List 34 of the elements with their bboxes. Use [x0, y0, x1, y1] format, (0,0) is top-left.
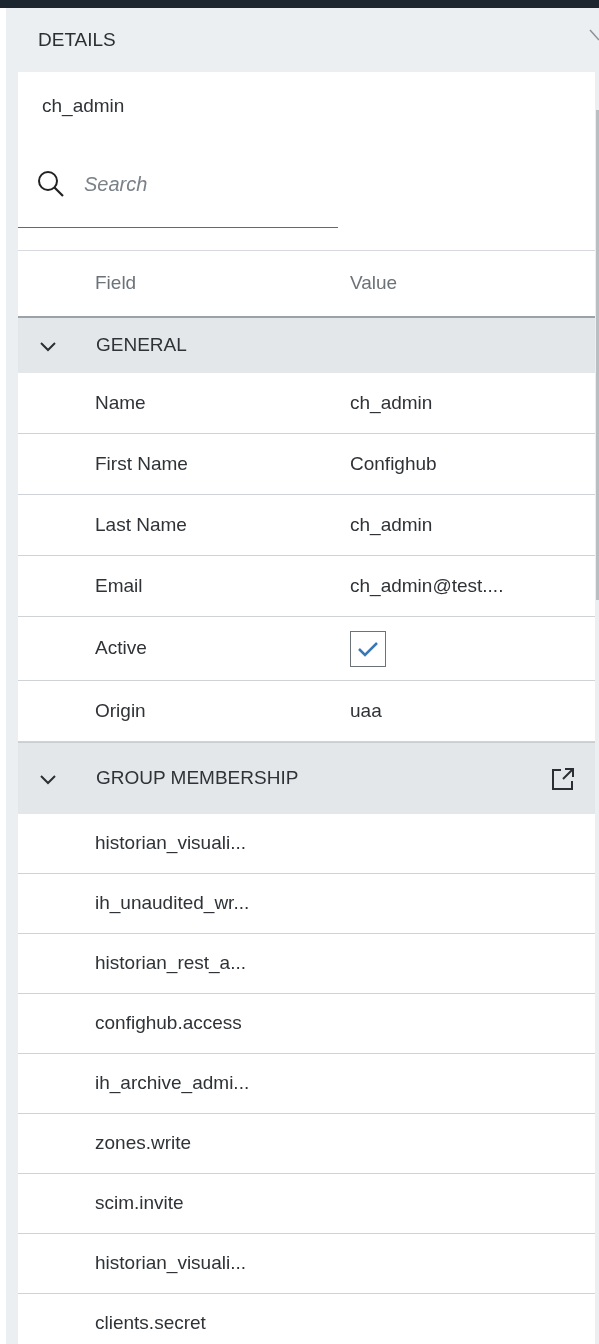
column-header: Field — [94, 271, 138, 296]
checkbox[interactable] — [350, 630, 386, 667]
field-name: Origin — [94, 698, 147, 723]
field-value: ch_admin@test.... — [350, 573, 504, 599]
group-name: historian_rest_a... — [94, 951, 248, 976]
panel-title: DETAILS — [38, 27, 116, 52]
search-field[interactable]: Search — [18, 140, 338, 228]
search-icon — [36, 168, 66, 199]
field-name: First Name — [94, 451, 189, 476]
field-value: ch_admin — [350, 390, 433, 416]
section-header[interactable]: GENERAL — [18, 318, 595, 373]
group-name: historian_visuali... — [94, 1251, 248, 1276]
field-name: Active — [94, 636, 148, 661]
group-name: scim.invite — [94, 1191, 185, 1216]
group-name: ih_archive_admi... — [94, 1071, 251, 1096]
search-input[interactable]: Search — [84, 168, 284, 199]
external-link-icon[interactable] — [551, 766, 575, 791]
column-header: Value — [350, 271, 398, 296]
field-name: Email — [94, 573, 144, 598]
group-name: historian_visuali... — [94, 831, 248, 856]
section-title: GENERAL — [96, 333, 188, 358]
field-value: Confighub — [350, 451, 437, 476]
field-value: ch_admin — [350, 512, 433, 538]
field-name: Name — [94, 390, 147, 415]
field-name: Last Name — [94, 512, 188, 537]
scrollbar-thumb[interactable] — [596, 110, 599, 600]
group-name: ih_unaudited_wr... — [94, 891, 251, 916]
group-name: clients.secret — [94, 1311, 207, 1336]
section-title: GROUP MEMBERSHIP — [96, 766, 300, 791]
group-name: confighub.access — [94, 1011, 243, 1036]
group-name: zones.write — [94, 1131, 193, 1156]
section-header[interactable]: GROUP MEMBERSHIP — [18, 742, 595, 814]
user-name: ch_admin — [42, 93, 125, 119]
field-value: uaa — [350, 698, 382, 723]
